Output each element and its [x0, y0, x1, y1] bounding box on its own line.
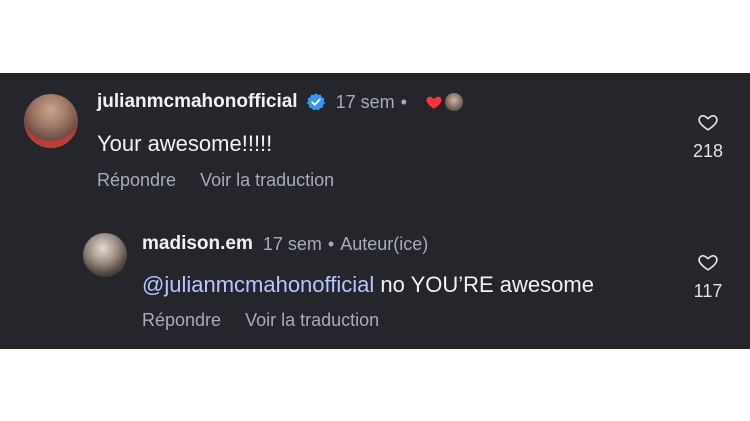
username[interactable]: julianmcmahonofficial	[97, 91, 298, 113]
reply-button[interactable]: Répondre	[142, 310, 221, 331]
reply-header: madison.em 17 sem • Auteur(ice)	[142, 233, 428, 255]
reply-actions: Répondre Voir la traduction	[142, 310, 379, 331]
comment-time: 17 sem	[335, 91, 395, 112]
author-badge: Auteur(ice)	[340, 233, 429, 254]
username[interactable]: madison.em	[142, 233, 253, 255]
like-control: 117	[678, 251, 738, 302]
heart-icon	[426, 96, 442, 109]
see-translation-button[interactable]: Voir la traduction	[245, 310, 379, 331]
like-count: 218	[692, 141, 724, 161]
reply-text: @julianmcmahonofficial no YOU’RE awesome	[142, 272, 594, 298]
comments-panel: julianmcmahonofficial 17 sem • Your awes…	[0, 73, 750, 349]
separator-dot: •	[400, 91, 407, 112]
like-heart-icon[interactable]	[696, 111, 720, 133]
author-mini-avatar	[444, 93, 463, 111]
separator-dot: •	[327, 233, 335, 254]
reply-time: 17 sem	[262, 233, 322, 254]
avatar-julianmcmahonofficial[interactable]	[24, 94, 78, 148]
like-control: 218	[678, 111, 738, 162]
reply-button[interactable]: Répondre	[97, 170, 176, 191]
like-heart-icon[interactable]	[696, 251, 720, 273]
comment-header: julianmcmahonofficial 17 sem •	[97, 91, 463, 113]
comment-text: Your awesome!!!!!	[97, 131, 273, 156]
see-translation-button[interactable]: Voir la traduction	[200, 170, 334, 191]
like-count: 117	[693, 281, 723, 301]
comment-actions: Répondre Voir la traduction	[97, 170, 334, 191]
verified-icon	[306, 93, 325, 111]
avatar-madison-em[interactable]	[83, 233, 127, 277]
mention-link[interactable]: @julianmcmahonofficial	[142, 272, 374, 297]
reply-body: no YOU’RE awesome	[380, 272, 594, 297]
